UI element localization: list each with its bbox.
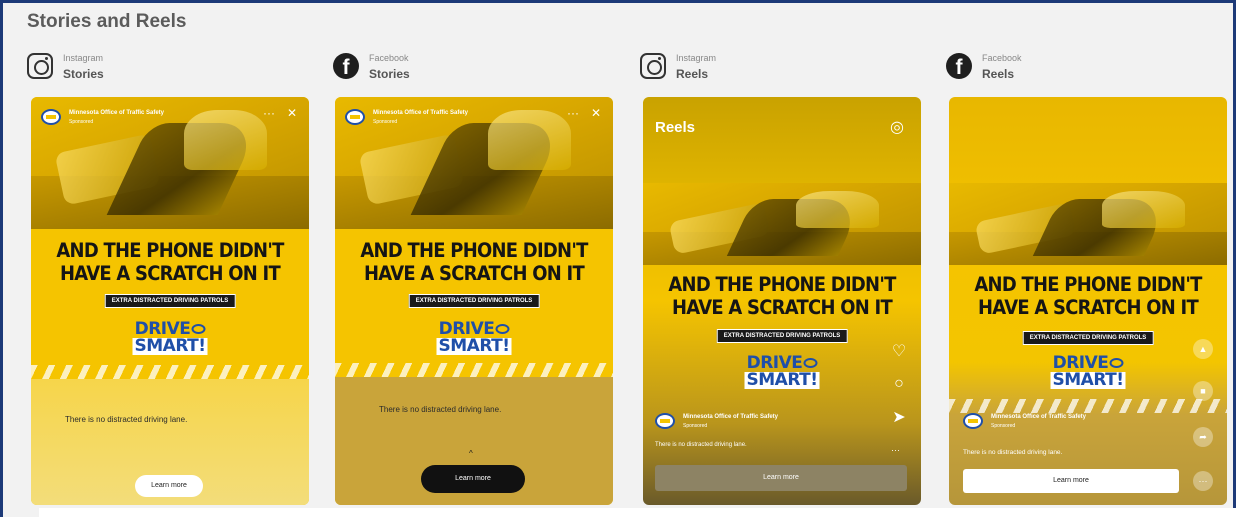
more-options-icon[interactable]: ··· xyxy=(1193,471,1213,491)
advertiser-avatar xyxy=(41,109,61,125)
advertiser-name: Minnesota Office of Traffic Safety xyxy=(683,414,779,420)
instagram-icon xyxy=(640,53,666,79)
ad-photo xyxy=(643,183,921,265)
ad-caption: There is no distracted driving lane. xyxy=(379,405,502,414)
placement-header: f Facebook Stories xyxy=(333,49,611,97)
like-icon[interactable]: ▲ xyxy=(1193,339,1213,359)
ad-preview-card[interactable]: AND THE PHONE DIDN'T HAVE A SCRATCH ON IT… xyxy=(949,97,1227,505)
learn-more-button[interactable]: Learn more xyxy=(135,475,203,497)
ad-headline: AND THE PHONE DIDN'T HAVE A SCRATCH ON IT xyxy=(56,239,284,285)
ad-caption: There is no distracted driving lane. xyxy=(655,442,747,448)
patrol-banner: EXTRA DISTRACTED DRIVING PATROLS xyxy=(716,329,848,343)
drive-smart-logo: DRIVE SMART! xyxy=(436,319,512,356)
more-options-icon[interactable]: ··· xyxy=(891,445,900,455)
hazard-stripes xyxy=(949,399,1227,413)
placement-format: Reels xyxy=(982,67,1015,81)
reels-title: Reels xyxy=(655,119,696,136)
advertiser-avatar xyxy=(655,413,675,429)
heart-icon[interactable]: ♡ xyxy=(889,341,909,361)
advertiser-avatar xyxy=(345,109,365,125)
hazard-stripes xyxy=(335,363,613,377)
placement-format: Reels xyxy=(676,67,709,81)
hazard-stripes xyxy=(31,365,309,379)
panel-footer xyxy=(39,508,1236,520)
placement-format: Stories xyxy=(63,67,104,81)
placement-header: Instagram Reels xyxy=(640,49,918,97)
placement-header: f Facebook Reels xyxy=(946,49,1224,97)
stories-reels-panel: Stories and Reels Instagram Stories Minn… xyxy=(0,0,1236,520)
ad-preview-card[interactable]: Minnesota Office of Traffic Safety Spons… xyxy=(335,97,613,505)
placement-platform: Facebook xyxy=(369,53,409,63)
placement-platform: Facebook xyxy=(982,53,1022,63)
drive-smart-logo: DRIVE SMART! xyxy=(132,319,208,356)
advertiser-name: Minnesota Office of Traffic Safety xyxy=(991,414,1087,420)
sponsored-label: Sponsored xyxy=(683,423,708,429)
placement-header: Instagram Stories xyxy=(27,49,305,97)
ad-headline: AND THE PHONE DIDN'T HAVE A SCRATCH ON IT xyxy=(668,273,896,319)
placement-platform: Instagram xyxy=(676,53,717,63)
placement-facebook-reels: f Facebook Reels AND THE PHONE DIDN'T HAV… xyxy=(946,49,1227,505)
share-icon[interactable]: ➦ xyxy=(1193,427,1213,447)
chevron-up-icon[interactable]: ^ xyxy=(469,449,473,458)
close-icon[interactable]: ✕ xyxy=(591,106,601,120)
advertiser-avatar xyxy=(963,413,983,429)
placement-format: Stories xyxy=(369,67,410,81)
section-title: Stories and Reels xyxy=(27,11,187,32)
learn-more-button[interactable]: Learn more xyxy=(421,465,525,493)
sponsored-label: Sponsored xyxy=(991,423,1016,429)
sponsored-label: Sponsored xyxy=(69,119,94,125)
advertiser-name: Minnesota Office of Traffic Safety xyxy=(69,110,165,116)
comment-icon[interactable]: ■ xyxy=(1193,381,1213,401)
instagram-icon xyxy=(27,53,53,79)
ad-headline: AND THE PHONE DIDN'T HAVE A SCRATCH ON IT xyxy=(974,273,1202,319)
more-options-icon[interactable]: ··· xyxy=(263,106,275,120)
learn-more-button[interactable]: Learn more xyxy=(655,465,907,491)
close-icon[interactable]: ✕ xyxy=(287,106,297,120)
facebook-icon: f xyxy=(946,53,972,79)
share-icon[interactable]: ➤ xyxy=(889,407,909,427)
patrol-banner: EXTRA DISTRACTED DRIVING PATROLS xyxy=(104,294,236,308)
ad-preview-card[interactable]: Reels ◎ AND THE PHONE DIDN'T HAVE A SCRAT… xyxy=(643,97,921,505)
comment-icon[interactable]: ○ xyxy=(889,375,909,393)
learn-more-button[interactable]: Learn more xyxy=(963,469,1179,493)
placement-instagram-stories: Instagram Stories Minnesota Office of Tr… xyxy=(27,49,309,505)
placement-instagram-reels: Instagram Reels Reels ◎ AND THE PHONE DI… xyxy=(640,49,921,505)
ad-photo xyxy=(949,183,1227,265)
ad-preview-card[interactable]: Minnesota Office of Traffic Safety Spons… xyxy=(31,97,309,505)
sponsored-label: Sponsored xyxy=(373,119,398,125)
patrol-banner: EXTRA DISTRACTED DRIVING PATROLS xyxy=(408,294,540,308)
placement-facebook-stories: f Facebook Stories Minnesota Office of T… xyxy=(333,49,613,505)
placement-platform: Instagram xyxy=(63,53,104,63)
drive-smart-logo: DRIVE SMART! xyxy=(1050,353,1126,390)
drive-smart-logo: DRIVE SMART! xyxy=(744,353,820,390)
patrol-banner: EXTRA DISTRACTED DRIVING PATROLS xyxy=(1022,331,1154,345)
advertiser-name: Minnesota Office of Traffic Safety xyxy=(373,110,469,116)
ad-headline: AND THE PHONE DIDN'T HAVE A SCRATCH ON IT xyxy=(360,239,588,285)
camera-icon[interactable]: ◎ xyxy=(887,117,907,137)
ad-caption: There is no distracted driving lane. xyxy=(65,415,188,424)
ad-caption: There is no distracted driving lane. xyxy=(963,449,1063,456)
more-options-icon[interactable]: ··· xyxy=(567,106,579,120)
facebook-icon: f xyxy=(333,53,359,79)
